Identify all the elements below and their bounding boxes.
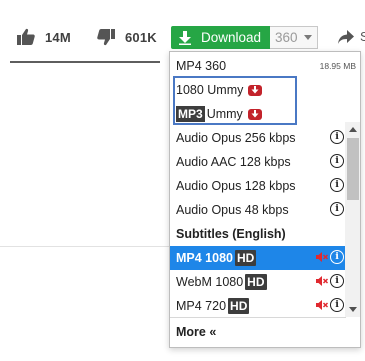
menu-item-mp4-360[interactable]: MP4 360 18.95 MB xyxy=(170,54,356,78)
no-audio-icon xyxy=(315,274,329,288)
format-label: Audio Opus 128 kbps xyxy=(176,179,296,193)
format-label: 1080 Ummy xyxy=(176,83,244,97)
action-underline xyxy=(10,61,160,63)
format-label: Audio AAC 128 kbps xyxy=(176,155,291,169)
more-label: More « xyxy=(176,325,217,339)
menu-item-webm-1080[interactable]: WebM 1080 HD i xyxy=(170,270,346,294)
info-icon[interactable]: i xyxy=(330,178,344,192)
thumbs-up-icon xyxy=(16,27,36,47)
format-label: Audio Opus 256 kbps xyxy=(176,131,296,145)
format-label: MP4 720 xyxy=(176,299,227,313)
chevron-down-icon xyxy=(303,35,312,40)
hd-badge: HD xyxy=(228,298,250,314)
info-icon[interactable]: i xyxy=(330,274,344,288)
dislike-button[interactable]: 601K xyxy=(96,26,157,48)
menu-item-audio-opus-48[interactable]: Audio Opus 48 kbps i xyxy=(170,198,346,222)
menu-item-audio-aac-128[interactable]: Audio AAC 128 kbps i xyxy=(170,150,346,174)
menu-divider xyxy=(170,317,346,318)
quality-select[interactable]: 360 xyxy=(270,26,318,49)
menu-item-mp3-ummy[interactable]: MP3 Ummy xyxy=(170,102,346,126)
info-icon[interactable]: i xyxy=(330,250,344,264)
like-count: 14M xyxy=(45,29,71,45)
page-divider xyxy=(0,246,170,247)
quality-value: 360 xyxy=(275,30,298,45)
format-label: Ummy xyxy=(206,107,243,121)
download-format-menu: MP4 360 18.95 MB 1080 Ummy MP3 Ummy Audi… xyxy=(169,51,361,348)
menu-item-mp4-1080[interactable]: MP4 1080 HD i xyxy=(170,246,346,270)
info-icon[interactable]: i xyxy=(330,202,344,216)
download-label: Download xyxy=(201,30,262,45)
menu-item-mp4-720[interactable]: MP4 720 HD i xyxy=(170,294,346,318)
format-label: WebM 1080 xyxy=(176,275,244,289)
share-icon[interactable] xyxy=(337,29,355,45)
info-icon[interactable]: i xyxy=(330,130,344,144)
download-arrow-icon xyxy=(179,30,191,45)
info-icon[interactable]: i xyxy=(330,298,344,312)
format-label: MP4 1080 xyxy=(176,251,233,265)
dislike-count: 601K xyxy=(125,29,157,45)
format-label: Audio Opus 48 kbps xyxy=(176,203,289,217)
no-audio-icon xyxy=(315,250,329,264)
menu-item-audio-opus-256[interactable]: Audio Opus 256 kbps i xyxy=(170,126,346,150)
mp3-badge: MP3 xyxy=(176,106,205,122)
scroll-up-arrow-icon[interactable] xyxy=(349,127,357,132)
thumbs-down-icon xyxy=(96,27,116,47)
hd-badge: HD xyxy=(234,250,257,266)
format-label: MP4 360 xyxy=(176,59,227,73)
menu-item-1080-ummy[interactable]: 1080 Ummy xyxy=(170,78,346,102)
scroll-thumb[interactable] xyxy=(347,138,359,200)
download-button[interactable]: Download xyxy=(171,26,270,49)
menu-item-audio-opus-128[interactable]: Audio Opus 128 kbps i xyxy=(170,174,346,198)
info-icon[interactable]: i xyxy=(330,154,344,168)
hd-badge: HD xyxy=(245,274,267,290)
share-label[interactable]: S xyxy=(360,29,365,44)
menu-item-subtitles[interactable]: Subtitles (English) xyxy=(170,222,346,246)
ummy-download-icon xyxy=(248,84,263,96)
file-size: 18.95 MB xyxy=(319,61,356,71)
like-button[interactable]: 14M xyxy=(16,26,71,48)
no-audio-icon xyxy=(315,298,329,312)
more-formats-link[interactable]: More « xyxy=(170,320,346,344)
ummy-download-icon xyxy=(247,108,262,120)
menu-scrollbar[interactable] xyxy=(345,122,360,317)
scroll-down-arrow-icon[interactable] xyxy=(349,307,357,312)
subtitles-label: Subtitles (English) xyxy=(176,227,286,241)
